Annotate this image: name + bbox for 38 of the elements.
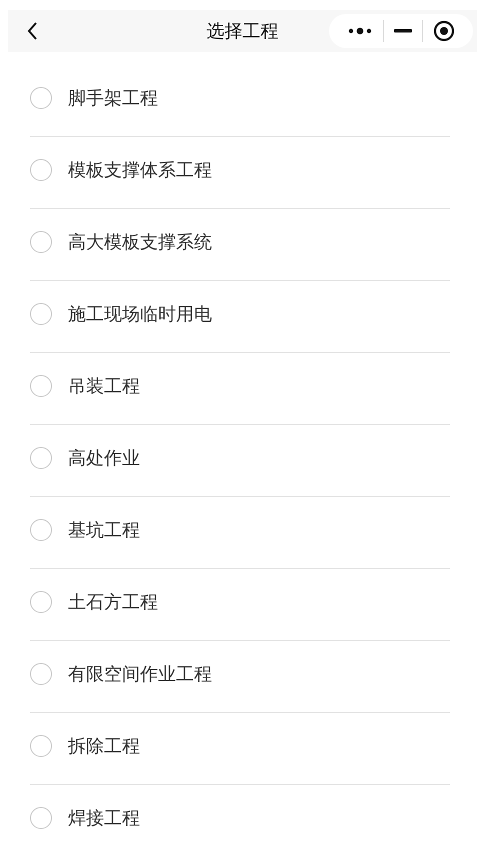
radio-button[interactable] <box>30 807 52 829</box>
option-row[interactable]: 高大模板支撑系统 <box>30 209 450 281</box>
option-label: 拆除工程 <box>68 734 140 758</box>
radio-button[interactable] <box>30 446 52 468</box>
radio-button[interactable] <box>30 86 52 108</box>
radio-button[interactable] <box>30 734 52 756</box>
option-row[interactable]: 施工现场临时用电 <box>30 281 450 353</box>
option-label: 高大模板支撑系统 <box>68 230 212 254</box>
option-label: 有限空间作业工程 <box>68 662 212 686</box>
option-row[interactable]: 土石方工程 <box>30 569 450 641</box>
radio-button[interactable] <box>30 158 52 180</box>
option-row[interactable]: 脚手架工程 <box>30 65 450 137</box>
option-row[interactable]: 基坑工程 <box>30 497 450 569</box>
option-row[interactable]: 拆除工程 <box>30 713 450 785</box>
option-row[interactable]: 焊接工程 <box>30 785 450 854</box>
minimize-icon <box>394 29 412 33</box>
radio-button[interactable] <box>30 518 52 540</box>
option-label: 基坑工程 <box>68 518 140 542</box>
radio-button[interactable] <box>30 302 52 324</box>
option-label: 高处作业 <box>68 446 140 470</box>
radio-button[interactable] <box>30 374 52 396</box>
option-label: 焊接工程 <box>68 807 140 830</box>
option-row[interactable]: 模板支撑体系工程 <box>30 137 450 209</box>
option-row[interactable]: 吊装工程 <box>30 353 450 425</box>
radio-button[interactable] <box>30 590 52 612</box>
option-label: 模板支撑体系工程 <box>68 158 212 182</box>
option-label: 脚手架工程 <box>68 86 158 110</box>
option-label: 土石方工程 <box>68 590 158 614</box>
option-label: 施工现场临时用电 <box>68 302 212 326</box>
target-icon <box>433 20 455 42</box>
back-icon <box>26 21 38 41</box>
nav-title: 选择工程 <box>206 20 278 43</box>
radio-button[interactable] <box>30 230 52 252</box>
option-row[interactable]: 高处作业 <box>30 425 450 497</box>
more-icon <box>347 27 373 35</box>
option-row[interactable]: 有限空间作业工程 <box>30 641 450 713</box>
option-label: 吊装工程 <box>68 374 140 398</box>
radio-button[interactable] <box>30 662 52 684</box>
